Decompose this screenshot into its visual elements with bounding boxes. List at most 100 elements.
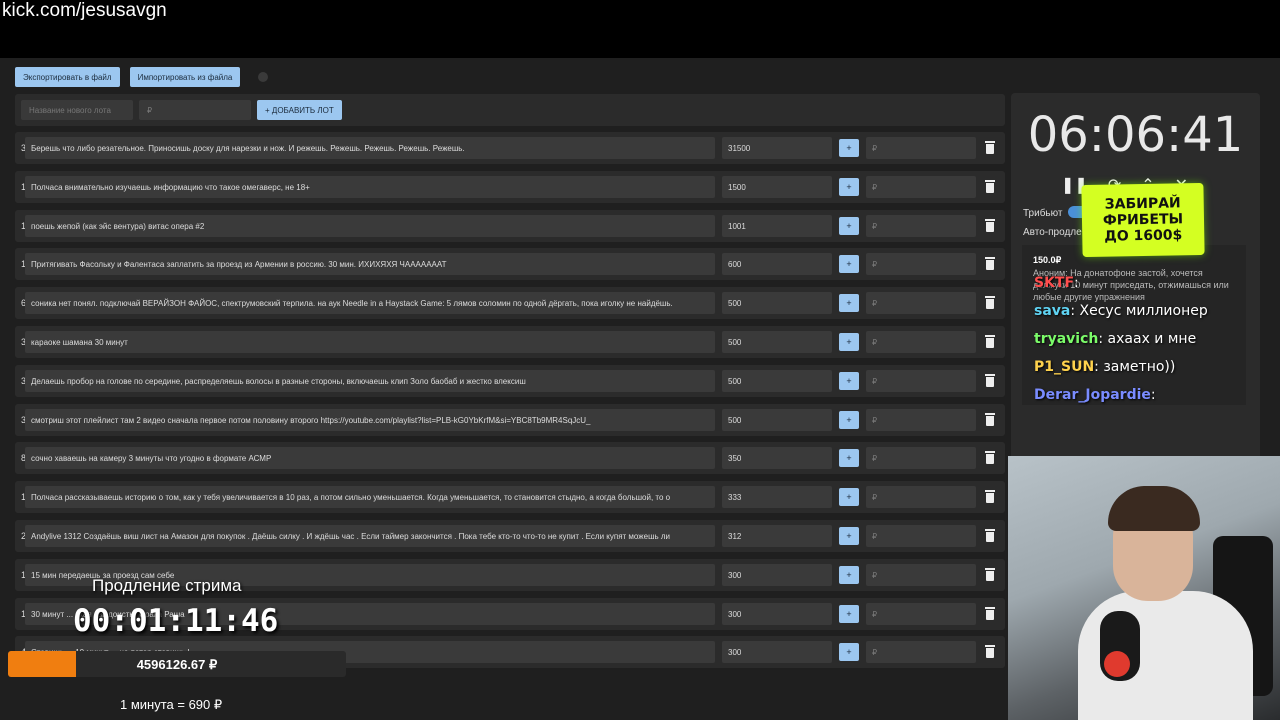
new-lot-amount-input[interactable]: ₽ bbox=[139, 100, 251, 120]
trash-icon[interactable] bbox=[985, 334, 995, 348]
chat-text: : bbox=[1150, 387, 1156, 403]
lot-increment-input[interactable]: ₽ bbox=[866, 253, 976, 276]
lot-add-amount-button[interactable]: + bbox=[839, 294, 859, 313]
chat-text: : заметно)) bbox=[1094, 359, 1176, 375]
new-lot-name-input[interactable]: Название нового лота bbox=[21, 100, 133, 120]
trash-icon[interactable] bbox=[985, 412, 995, 426]
export-button[interactable]: Экспортировать в файл bbox=[15, 67, 120, 87]
add-lot-button[interactable]: + ДОБАВИТЬ ЛОТ bbox=[257, 100, 342, 120]
auto-extend-label: Авто-продле bbox=[1023, 227, 1082, 238]
lot-amount-field[interactable]: 300 bbox=[722, 563, 832, 586]
lot-row: 18.поешь жепой (как эйс вентура) витас о… bbox=[15, 209, 1005, 242]
lot-increment-input[interactable]: ₽ bbox=[866, 447, 976, 470]
promo-line-3: ДО 1600$ bbox=[1104, 227, 1183, 245]
lot-amount-field[interactable]: 500 bbox=[722, 330, 832, 353]
lot-add-amount-button[interactable]: + bbox=[839, 643, 859, 662]
trash-icon[interactable] bbox=[985, 257, 995, 271]
trash-icon[interactable] bbox=[985, 528, 995, 542]
lot-add-amount-button[interactable]: + bbox=[839, 526, 859, 545]
lot-row: 10.Полчаса внимательно изучаешь информац… bbox=[15, 170, 1005, 203]
lot-add-amount-button[interactable]: + bbox=[839, 449, 859, 468]
lot-increment-input[interactable]: ₽ bbox=[866, 602, 976, 625]
trash-icon[interactable] bbox=[985, 373, 995, 387]
lot-add-amount-button[interactable]: + bbox=[839, 255, 859, 274]
lot-name-field[interactable]: поешь жепой (как эйс вентура) витас опер… bbox=[25, 214, 715, 237]
chat-message: Derar_Jopardie: bbox=[1034, 387, 1156, 403]
lot-name-field[interactable]: Берешь что либо резательное. Приносишь д… bbox=[25, 137, 715, 159]
lot-amount-field[interactable]: 1500 bbox=[722, 175, 832, 198]
lot-amount-field[interactable]: 312 bbox=[722, 524, 832, 547]
lot-add-amount-button[interactable]: + bbox=[839, 371, 859, 390]
lot-amount-field[interactable]: 300 bbox=[722, 641, 832, 664]
trash-icon[interactable] bbox=[985, 296, 995, 310]
trash-icon[interactable] bbox=[985, 179, 995, 193]
trash-icon[interactable] bbox=[985, 490, 995, 504]
lot-row: 30.караоке шамана 30 минут500+₽ bbox=[15, 325, 1005, 358]
lot-add-amount-button[interactable]: + bbox=[839, 139, 859, 157]
lot-name-field[interactable]: соника нет понял. подключай ВЕРАЙЗОН ФАЙ… bbox=[25, 292, 715, 315]
lot-amount-field[interactable]: 300 bbox=[722, 602, 832, 625]
lot-increment-input[interactable]: ₽ bbox=[866, 137, 976, 159]
lot-name-field[interactable]: сочно хаваешь на камеру 3 минуты что уго… bbox=[25, 447, 715, 470]
extension-timer: 00:01:11:46 bbox=[73, 603, 279, 639]
lot-add-amount-button[interactable]: + bbox=[839, 332, 859, 351]
lot-add-amount-button[interactable]: + bbox=[839, 216, 859, 235]
lot-increment-input[interactable]: ₽ bbox=[866, 369, 976, 392]
lot-amount-field[interactable]: 600 bbox=[722, 253, 832, 276]
toolbar: Экспортировать в файл Импортировать из ф… bbox=[15, 67, 269, 87]
tribute-label: Трибьют bbox=[1023, 208, 1063, 219]
lot-increment-input[interactable]: ₽ bbox=[866, 330, 976, 353]
donation-sum: 150.0₽ bbox=[1033, 255, 1062, 265]
lot-name-field[interactable]: Притягивать Фасольку и Фалентаса заплати… bbox=[25, 253, 715, 276]
lot-amount-field[interactable]: 350 bbox=[722, 447, 832, 470]
lot-row: 32.Делаешь пробор на голове по середине,… bbox=[15, 364, 1005, 397]
auction-timer: 06:06:41 bbox=[1027, 107, 1244, 163]
lot-row: 8.сочно хаваешь на камеру 3 минуты что у… bbox=[15, 442, 1005, 475]
lot-add-amount-button[interactable]: + bbox=[839, 604, 859, 623]
trash-icon[interactable] bbox=[985, 141, 995, 154]
lot-amount-field[interactable]: 31500 bbox=[722, 137, 832, 159]
import-button[interactable]: Импортировать из файла bbox=[129, 67, 241, 87]
stream-url: kick.com/jesusavgn bbox=[2, 0, 167, 21]
lot-add-amount-button[interactable]: + bbox=[839, 410, 859, 429]
lot-amount-field[interactable]: 500 bbox=[722, 292, 832, 315]
trash-icon[interactable] bbox=[985, 218, 995, 232]
lot-increment-input[interactable]: ₽ bbox=[866, 641, 976, 664]
status-dot bbox=[258, 72, 269, 82]
chat-username: sava bbox=[1034, 303, 1071, 319]
lot-row: 14.Притягивать Фасольку и Фалентаса запл… bbox=[15, 248, 1005, 281]
chat-username: Derar_Jopardie bbox=[1034, 387, 1151, 403]
lot-increment-input[interactable]: ₽ bbox=[866, 175, 976, 198]
lot-increment-input[interactable]: ₽ bbox=[866, 524, 976, 547]
chat-message: sava: Хесус миллионер bbox=[1034, 303, 1208, 319]
chat-message: tryavich: ахаах и мне bbox=[1034, 331, 1196, 347]
lot-name-field[interactable]: караоке шамана 30 минут bbox=[25, 330, 715, 353]
lot-increment-input[interactable]: ₽ bbox=[866, 214, 976, 237]
chat-text: : ахаах и мне bbox=[1098, 331, 1197, 347]
lot-increment-input[interactable]: ₽ bbox=[866, 563, 976, 586]
lot-amount-field[interactable]: 1001 bbox=[722, 214, 832, 237]
lot-add-amount-button[interactable]: + bbox=[839, 177, 859, 196]
lot-amount-field[interactable]: 500 bbox=[722, 369, 832, 392]
promo-banner[interactable]: ЗАБИРАЙ ФРИБЕТЫ ДО 1600$ bbox=[1081, 182, 1205, 258]
lot-row: 33.смотриш этот плейлист там 2 видео сна… bbox=[15, 403, 1005, 436]
lot-row: 3.Берешь что либо резательное. Приносишь… bbox=[15, 132, 1005, 164]
lot-add-amount-button[interactable]: + bbox=[839, 488, 859, 507]
trash-icon[interactable] bbox=[985, 567, 995, 581]
lot-name-field[interactable]: Полчаса внимательно изучаешь информацию … bbox=[25, 175, 715, 198]
lot-name-field[interactable]: Полчаса рассказываешь историю о том, как… bbox=[25, 486, 715, 509]
lot-increment-input[interactable]: ₽ bbox=[866, 292, 976, 315]
lot-increment-input[interactable]: ₽ bbox=[866, 408, 976, 431]
chat-username: SKTF bbox=[1034, 275, 1075, 291]
lot-name-field[interactable]: Делаешь пробор на голове по середине, ра… bbox=[25, 369, 715, 392]
lot-increment-input[interactable]: ₽ bbox=[866, 486, 976, 509]
trash-icon[interactable] bbox=[985, 645, 995, 659]
trash-icon[interactable] bbox=[985, 451, 995, 465]
lot-name-field[interactable]: Andylive 1312 Создаёшь виш лист на Амазо… bbox=[25, 524, 715, 547]
trash-icon[interactable] bbox=[985, 606, 995, 620]
lot-amount-field[interactable]: 333 bbox=[722, 486, 832, 509]
lot-amount-field[interactable]: 500 bbox=[722, 408, 832, 431]
lot-row: 6.соника нет понял. подключай ВЕРАЙЗОН Ф… bbox=[15, 287, 1005, 320]
lot-name-field[interactable]: смотриш этот плейлист там 2 видео сначал… bbox=[25, 408, 715, 431]
lot-add-amount-button[interactable]: + bbox=[839, 565, 859, 584]
